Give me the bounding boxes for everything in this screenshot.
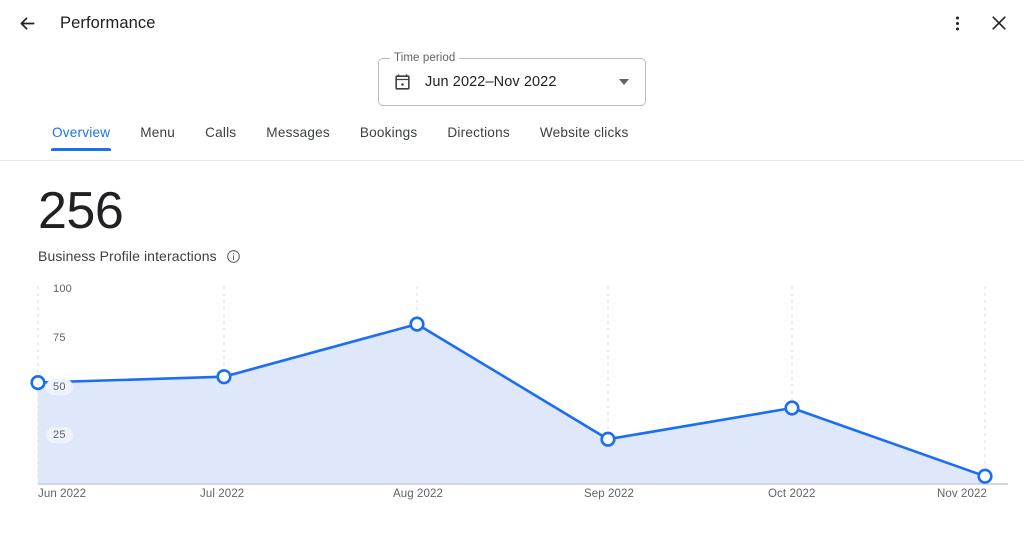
y-tick-50: 50 xyxy=(46,378,73,395)
arrow-left-icon xyxy=(20,16,34,30)
tab-bookings[interactable]: Bookings xyxy=(360,125,418,151)
data-point-nov-2022[interactable] xyxy=(977,468,993,484)
time-period-select[interactable]: Time period Jun 2022–Nov 2022 xyxy=(378,52,646,106)
data-point-oct-2022[interactable] xyxy=(784,400,800,416)
top-bar-actions xyxy=(942,8,1014,38)
metric-value: 256 xyxy=(38,182,124,240)
time-period-value: Jun 2022–Nov 2022 xyxy=(425,74,557,90)
chart-canvas xyxy=(30,286,1008,485)
interactions-area-chart: 100 75 50 25 Jun 2022 Jul 2022 Aug 2022 Sep 20… xyxy=(0,282,1024,517)
metric-label: Business Profile interactions xyxy=(38,248,217,264)
tab-bar: Overview Menu Calls Messages Bookings Di… xyxy=(0,125,1024,161)
data-point-jul-2022[interactable] xyxy=(216,369,232,385)
calendar-icon xyxy=(395,73,410,90)
tab-overview[interactable]: Overview xyxy=(50,125,112,151)
top-bar: Performance xyxy=(0,0,1024,46)
tab-menu[interactable]: Menu xyxy=(140,125,175,151)
more-options-button[interactable] xyxy=(942,8,972,38)
data-point-jun-2022[interactable] xyxy=(30,374,46,391)
metric-info-button[interactable] xyxy=(226,249,241,264)
chevron-down-icon xyxy=(619,79,629,85)
x-tick-jun-2022: Jun 2022 xyxy=(38,488,87,500)
x-tick-aug-2022: Aug 2022 xyxy=(393,488,444,500)
metric-label-row: Business Profile interactions xyxy=(38,248,1024,264)
x-tick-jul-2022: Jul 2022 xyxy=(200,488,245,500)
tab-website-clicks[interactable]: Website clicks xyxy=(540,125,629,151)
y-tick-75: 75 xyxy=(53,331,66,344)
x-tick-sep-2022: Sep 2022 xyxy=(584,488,635,500)
info-circle-icon xyxy=(226,249,240,263)
time-period-legend: Time period xyxy=(390,52,460,64)
y-tick-25: 25 xyxy=(46,427,73,444)
data-point-aug-2022[interactable] xyxy=(409,316,425,332)
close-button[interactable] xyxy=(984,8,1014,38)
page-title: Performance xyxy=(60,13,156,32)
tab-calls[interactable]: Calls xyxy=(205,125,236,151)
more-vertical-icon xyxy=(955,15,959,31)
x-tick-nov-2022: Nov 2022 xyxy=(937,488,988,500)
time-period-section: Time period Jun 2022–Nov 2022 xyxy=(0,52,1024,106)
close-icon xyxy=(992,16,1006,30)
tab-directions[interactable]: Directions xyxy=(447,125,509,151)
back-button[interactable] xyxy=(12,8,42,38)
metric-summary: 256 Business Profile interactions xyxy=(0,161,1024,264)
chart-area-fill xyxy=(38,324,985,484)
x-tick-oct-2022: Oct 2022 xyxy=(768,488,816,500)
y-tick-100: 100 xyxy=(53,283,72,295)
tab-messages[interactable]: Messages xyxy=(266,125,330,151)
data-point-sep-2022[interactable] xyxy=(600,431,616,447)
